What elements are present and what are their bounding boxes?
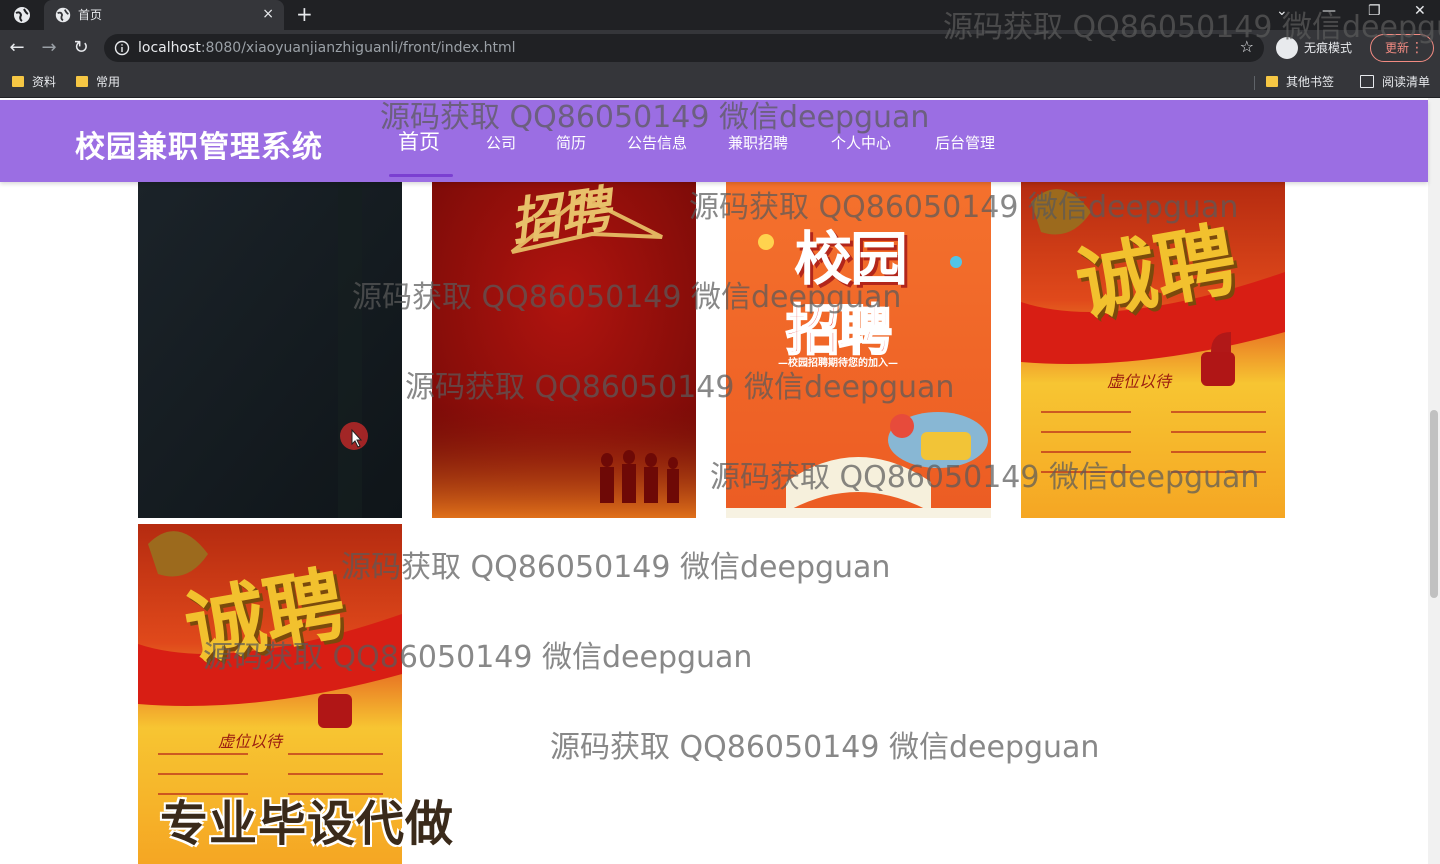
minimize-icon[interactable]: — <box>1322 3 1336 19</box>
sincere-recruit-poster[interactable]: 诚聘 虚位以待 <box>1021 182 1285 518</box>
new-tab-button[interactable]: + <box>296 2 313 26</box>
chevron-down-icon[interactable]: ⌄ <box>1276 3 1288 19</box>
close-window-icon[interactable]: ✕ <box>1414 3 1426 19</box>
scrollbar-thumb[interactable] <box>1430 410 1438 598</box>
page-viewport: 校园兼职管理系统 首页 公司 简历 公告信息 兼职招聘 个人中心 后台管理 招聘… <box>0 98 1440 864</box>
site-header: 校园兼职管理系统 首页 公司 简历 公告信息 兼职招聘 个人中心 后台管理 <box>0 100 1428 182</box>
nav-home[interactable]: 首页 <box>398 126 440 156</box>
nav-profile[interactable]: 个人中心 <box>831 132 891 153</box>
other-bookmarks[interactable]: 其他书签 <box>1266 73 1334 91</box>
promo-overlay-text: 专业毕设代做 <box>160 796 455 852</box>
reload-icon[interactable]: ↻ <box>70 37 92 59</box>
reading-list[interactable]: 阅读清单 <box>1360 73 1430 91</box>
folder-icon <box>12 76 24 87</box>
bookmark-folder[interactable]: 资料 <box>12 73 56 91</box>
site-title: 校园兼职管理系统 <box>75 130 323 165</box>
incognito-label: 无痕模式 <box>1304 41 1353 55</box>
nav-part-time-jobs[interactable]: 兼职招聘 <box>728 132 788 153</box>
active-nav-indicator <box>389 174 453 177</box>
bookmark-label: 常用 <box>96 75 121 89</box>
dark-poster[interactable] <box>138 182 402 518</box>
nav-admin[interactable]: 后台管理 <box>935 132 995 153</box>
update-button[interactable]: 更新 ⋮ <box>1370 34 1434 62</box>
nav-company[interactable]: 公司 <box>486 132 516 153</box>
browser-toolbar: ← → ↻ localhost:8080/xiaoyuanjianzhiguan… <box>0 30 1440 66</box>
poster-subtitle: 虚位以待 <box>1107 372 1172 391</box>
vertical-scrollbar[interactable] <box>1428 98 1440 864</box>
bookmark-star-icon[interactable]: ☆ <box>1240 37 1254 56</box>
folder-icon <box>1266 76 1278 87</box>
bookmark-folder[interactable]: 常用 <box>76 73 120 91</box>
back-arrow-icon[interactable]: ← <box>6 37 28 59</box>
bookmark-divider <box>1254 76 1255 90</box>
bookmark-label: 其他书签 <box>1286 75 1335 89</box>
campus-recruit-poster[interactable]: 校园 招聘 —校园招聘期待您的加入— <box>726 182 991 518</box>
update-label: 更新 <box>1385 41 1410 55</box>
poster-subtitle: —校园招聘期待您的加入— <box>778 358 898 369</box>
close-icon[interactable]: × <box>262 5 274 23</box>
address-bar[interactable]: localhost:8080/xiaoyuanjianzhiguanli/fro… <box>104 34 1264 62</box>
poster-subtitle: 虚位以待 <box>218 732 283 751</box>
recruit-red-poster[interactable]: 招聘 <box>432 182 696 518</box>
url-text[interactable]: localhost:8080/xiaoyuanjianzhiguanli/fro… <box>138 40 516 56</box>
browser-tab-bar: 首页 × + ⌄ — ❐ ✕ <box>0 0 1440 30</box>
nav-announcements[interactable]: 公告信息 <box>627 132 687 153</box>
incognito-icon <box>1276 37 1298 59</box>
info-icon[interactable] <box>114 40 130 56</box>
bookmarks-bar: 资料 常用 其他书签 阅读清单 <box>0 66 1440 98</box>
url-path: :8080/xiaoyuanjianzhiguanli/front/index.… <box>200 40 516 56</box>
more-vert-icon: ⋮ <box>1410 40 1424 56</box>
incognito-indicator[interactable]: 无痕模式 <box>1276 36 1352 60</box>
pointer-cursor-icon <box>340 422 368 450</box>
reading-list-label: 阅读清单 <box>1382 75 1431 89</box>
globe-icon <box>55 7 71 23</box>
globe-icon <box>14 7 30 23</box>
reading-list-icon <box>1360 75 1374 88</box>
restore-icon[interactable]: ❐ <box>1368 3 1381 19</box>
poster-title-top: 校园 <box>794 225 908 293</box>
bookmark-label: 资料 <box>32 75 57 89</box>
forward-arrow-icon[interactable]: → <box>38 37 60 59</box>
tab-title: 首页 <box>78 8 103 22</box>
folder-icon <box>76 76 88 87</box>
nav-resume[interactable]: 简历 <box>556 132 586 153</box>
url-host: localhost <box>138 40 201 56</box>
tab-home[interactable]: 首页 × <box>44 0 284 30</box>
